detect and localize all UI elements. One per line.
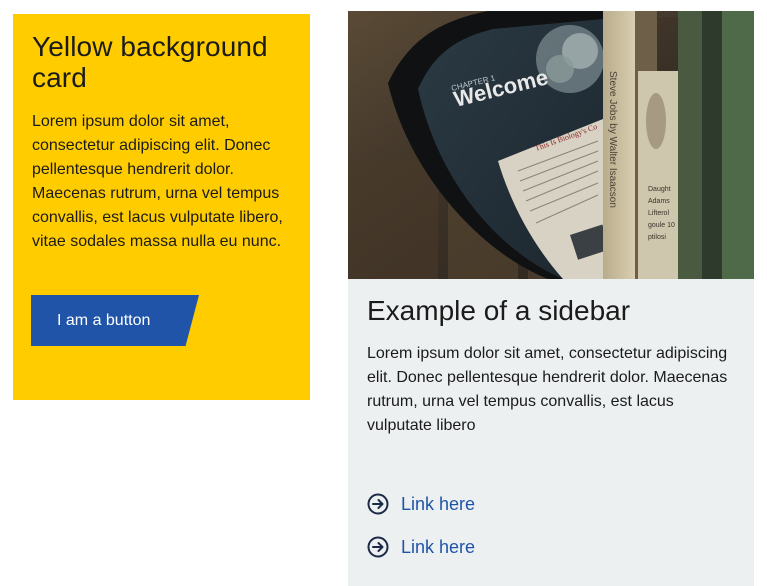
primary-button[interactable]: I am a button	[31, 295, 199, 346]
primary-button-label: I am a button	[57, 311, 151, 329]
sidebar-link-1[interactable]: Link here	[367, 493, 475, 515]
sidebar-image: Welcome CHAPTER 1 This Is Biology's Co S…	[348, 11, 754, 279]
svg-text:Lifterol: Lifterol	[648, 210, 669, 217]
tablet-photo: Welcome CHAPTER 1 This Is Biology's Co S…	[348, 11, 754, 279]
book-spine-text: Steve Jobs by Walter Isaacson	[607, 71, 618, 208]
svg-text:Adams: Adams	[648, 198, 670, 205]
yellow-card: Yellow background card Lorem ipsum dolor…	[13, 14, 310, 400]
sidebar-card: Welcome CHAPTER 1 This Is Biology's Co S…	[348, 11, 754, 586]
arrow-circle-right-icon	[367, 536, 389, 558]
yellow-card-body: Lorem ipsum dolor sit amet, consectetur …	[32, 113, 283, 250]
svg-text:Daught: Daught	[648, 186, 671, 193]
yellow-card-title: Yellow background card	[32, 31, 268, 93]
svg-text:ptilosi: ptilosi	[648, 234, 666, 241]
sidebar-link-label[interactable]: Link here	[401, 494, 475, 515]
sidebar-body: Example of a sidebar Lorem ipsum dolor s…	[367, 294, 737, 438]
sidebar-link-label[interactable]: Link here	[401, 537, 475, 558]
book-top-text: Steve	[658, 11, 681, 19]
sidebar-title: Example of a sidebar	[367, 295, 631, 326]
arrow-circle-right-icon	[367, 493, 389, 515]
page: Yellow background card Lorem ipsum dolor…	[0, 0, 767, 586]
sidebar-text: Lorem ipsum dolor sit amet, consectetur …	[367, 345, 728, 434]
svg-text:goule 10: goule 10	[648, 222, 675, 229]
sidebar-link-2[interactable]: Link here	[367, 536, 475, 558]
